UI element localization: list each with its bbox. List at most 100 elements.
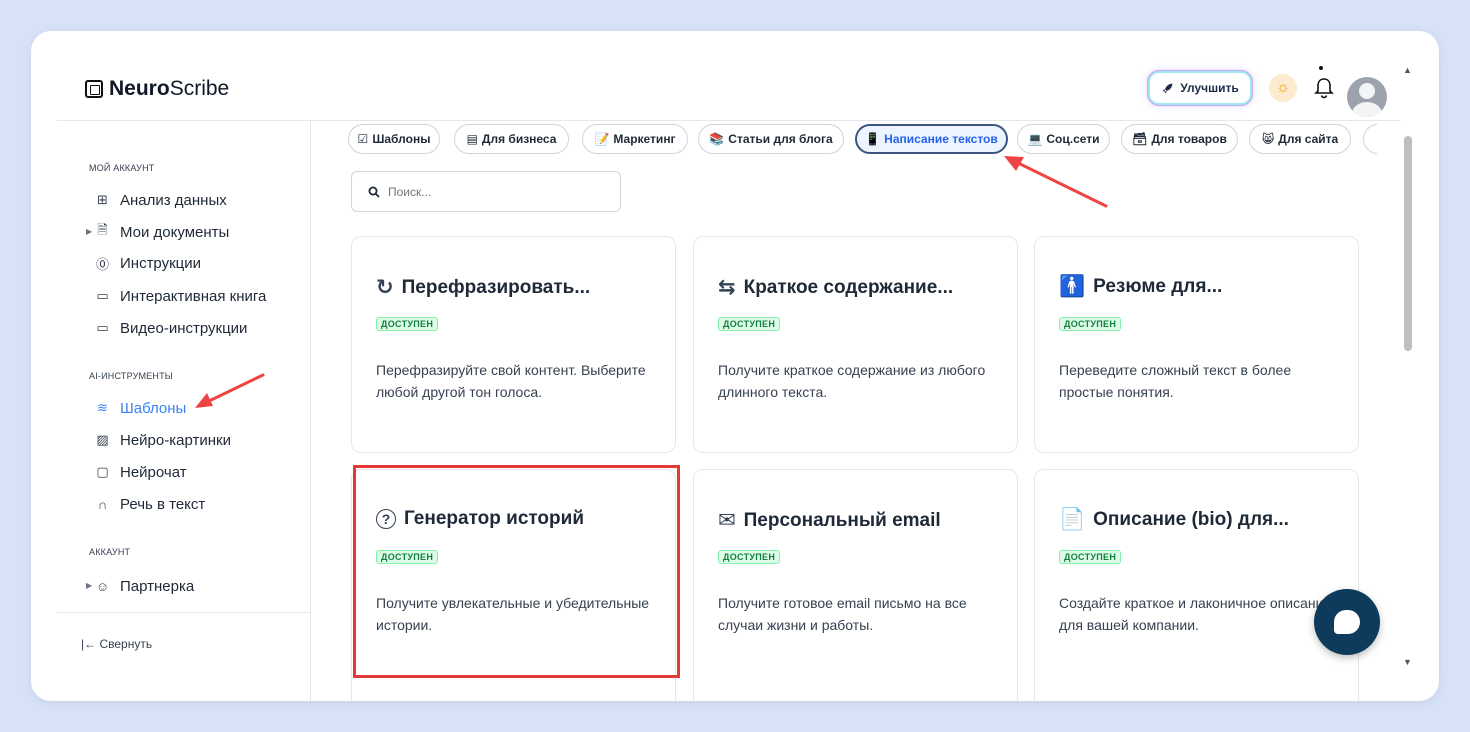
sidebar-item-label: Интерактивная книга xyxy=(120,287,267,305)
bell-icon[interactable] xyxy=(1313,76,1335,100)
chip-business[interactable]: ▤ Для бизнеса xyxy=(454,124,569,154)
sidebar-item-data-analysis[interactable]: ⊞ Анализ данных xyxy=(95,189,227,211)
section-ai-tools: AI-ИНСТРУМЕНТЫ xyxy=(89,371,173,381)
card-title-text: Перефразировать... xyxy=(401,276,591,298)
chip-blog-articles[interactable]: 📚 Статьи для блога xyxy=(698,124,844,154)
envelope-icon: ✉ xyxy=(718,509,736,532)
notification-dot xyxy=(1319,66,1323,70)
rocket-icon xyxy=(1162,83,1173,93)
refresh-icon: ↻ xyxy=(376,276,394,299)
scrollbar-thumb[interactable] xyxy=(1404,136,1412,351)
sidebar-item-label: Видео-инструкции xyxy=(120,319,248,337)
chat-widget-button[interactable] xyxy=(1314,589,1380,655)
chip-templates[interactable]: ☑ Шаблоны xyxy=(348,124,440,154)
chip-text-writing[interactable]: 📱 Написание текстов xyxy=(855,124,1008,154)
top-header: Neuro Scribe Улучшить ☼ xyxy=(57,31,1401,121)
sun-icon: ☼ xyxy=(1275,79,1291,96)
card-title-text: Персональный email xyxy=(743,509,941,531)
card-title: ↻ Перефразировать... xyxy=(376,275,590,300)
logo[interactable]: Neuro Scribe xyxy=(85,77,229,101)
card-description: Переведите сложный текст в более простые… xyxy=(1059,362,1292,400)
collapse-sidebar-button[interactable]: |← Свернуть xyxy=(57,612,311,701)
sidebar-item-templates[interactable]: ≋ Шаблоны xyxy=(95,397,186,419)
upgrade-button[interactable]: Улучшить xyxy=(1150,73,1250,103)
theme-toggle-button[interactable]: ☼ xyxy=(1269,74,1297,102)
caret-right-icon[interactable]: ▶ xyxy=(86,227,92,236)
search-box xyxy=(351,171,621,212)
status-badge: ДОСТУПЕН xyxy=(376,550,439,564)
collapse-label: |← Свернуть xyxy=(81,637,153,651)
cat-icon: 😸 xyxy=(1261,132,1275,146)
card-description: Создайте краткое и лаконичное описание д… xyxy=(1059,595,1332,633)
sidebar-item-label: Инструкции xyxy=(120,254,202,272)
sidebar-item-label: Анализ данных xyxy=(120,191,227,209)
status-badge: ДОСТУПЕН xyxy=(376,317,439,331)
book-icon: ▭ xyxy=(96,288,109,303)
template-card-personal-email[interactable]: ✉ Персональный email ДОСТУПЕН Получите го… xyxy=(693,469,1018,701)
card-title: ? Генератор историй xyxy=(376,508,584,530)
chip-label: Для сайта xyxy=(1278,132,1339,146)
template-card-paraphrase[interactable]: ↻ Перефразировать... ДОСТУПЕН Перефразиру… xyxy=(351,236,676,453)
sidebar-item-speech-to-text[interactable]: ∩ Речь в текст xyxy=(95,493,205,515)
chat-bubble-icon xyxy=(1334,610,1360,634)
app-window: Neuro Scribe Улучшить ☼ МОЙ АККАУНТ ⊞ Анал… xyxy=(31,31,1439,701)
chip-label: Написание текстов xyxy=(884,132,998,146)
chip-label: Для бизнеса xyxy=(481,132,557,146)
books-icon: 📚 xyxy=(709,132,725,146)
section-account: АККАУНТ xyxy=(89,547,131,557)
card-title-text: Описание (bio) для... xyxy=(1093,509,1289,530)
search-input[interactable] xyxy=(388,184,588,199)
sidebar-item-instructions[interactable]: ⓪ Инструкции xyxy=(95,252,201,274)
status-badge: ДОСТУПЕН xyxy=(718,550,781,564)
video-icon: ▭ xyxy=(96,320,109,335)
sidebar-item-interactive-book[interactable]: ▭ Интерактивная книга xyxy=(95,285,266,307)
memo-icon: 📝 xyxy=(594,132,610,146)
sidebar-item-label: Нейро-картинки xyxy=(120,431,231,449)
image-icon: ▨ xyxy=(96,432,109,447)
grid-icon: ⊞ xyxy=(97,192,108,207)
sidebar-item-label: Мои документы xyxy=(120,223,230,241)
notebook-icon: ▤ xyxy=(466,132,478,146)
avatar[interactable] xyxy=(1347,77,1387,117)
chip-label: Для товаров xyxy=(1151,132,1227,146)
sidebar-item-my-documents[interactable]: 🗎 Мои документы xyxy=(95,221,229,243)
card-title-text: Краткое содержание... xyxy=(743,276,954,298)
person-icon: 🚹 xyxy=(1059,275,1086,298)
status-badge: ДОСТУПЕН xyxy=(718,317,781,331)
card-description: Перефразируйте свой контент. Выберите лю… xyxy=(376,362,646,400)
card-description: Получите увлекательные и убедительные ис… xyxy=(376,595,650,633)
sidebar-item-partner[interactable]: ☺ Партнерка xyxy=(95,575,194,597)
sidebar-item-neurochat[interactable]: ▢ Нейрочат xyxy=(95,461,186,483)
template-card-story-generator[interactable]: ? Генератор историй ДОСТУПЕН Получите увл… xyxy=(351,469,676,701)
card-box-icon: 🗃 xyxy=(1132,132,1148,146)
caret-right-icon[interactable]: ▶ xyxy=(86,581,92,590)
card-title: 🚹 Резюме для... xyxy=(1059,275,1222,299)
scroll-up-icon[interactable]: ▲ xyxy=(1403,65,1412,75)
section-my-account: МОЙ АККАУНТ xyxy=(89,163,155,173)
chip-social[interactable]: 💻 Соц.сети xyxy=(1017,124,1110,154)
chip-website[interactable]: 😸 Для сайта xyxy=(1249,124,1351,154)
sidebar-item-label: Речь в текст xyxy=(120,495,206,513)
help-icon: ⓪ xyxy=(95,256,109,272)
chip-more[interactable] xyxy=(1363,124,1377,154)
chip-label: Маркетинг xyxy=(613,132,676,146)
template-card-resume[interactable]: 🚹 Резюме для... ДОСТУПЕН Переведите сложн… xyxy=(1034,236,1359,453)
card-title-text: Генератор историй xyxy=(404,508,585,529)
scroll-down-icon[interactable]: ▼ xyxy=(1403,657,1412,667)
template-card-summary[interactable]: ⇆ Краткое содержание... ДОСТУПЕН Получите… xyxy=(693,236,1018,453)
logo-bold-text: Neuro xyxy=(109,77,170,100)
card-title: ⇆ Краткое содержание... xyxy=(718,275,953,300)
template-card-bio[interactable]: 📄 Описание (bio) для... ДОСТУПЕН Создайте… xyxy=(1034,469,1359,701)
sidebar-item-video-instructions[interactable]: ▭ Видео-инструкции xyxy=(95,317,247,339)
logo-text: Scribe xyxy=(169,77,230,100)
sidebar-item-neuro-images[interactable]: ▨ Нейро-картинки xyxy=(95,429,231,451)
document-icon: 📄 xyxy=(1059,508,1086,531)
chip-marketing[interactable]: 📝 Маркетинг xyxy=(582,124,688,154)
card-title-text: Резюме для... xyxy=(1093,276,1223,297)
card-title: ✉ Персональный email xyxy=(718,508,941,533)
headphones-icon: ∩ xyxy=(97,496,108,512)
chat-icon: ▢ xyxy=(96,464,109,479)
chip-label: Шаблоны xyxy=(372,132,431,146)
chip-products[interactable]: 🗃 Для товаров xyxy=(1121,124,1238,154)
status-badge: ДОСТУПЕН xyxy=(1059,317,1122,331)
